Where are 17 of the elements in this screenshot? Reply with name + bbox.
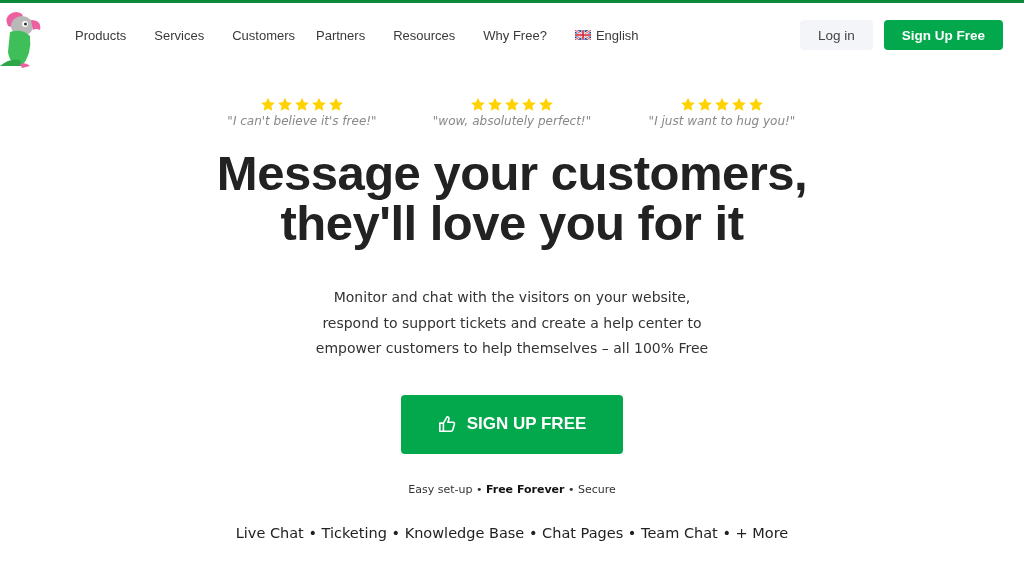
nav-link[interactable]: Customers [232,27,296,43]
review-quote: "I just want to hug you!" [648,114,796,128]
login-button[interactable]: Log in [799,20,873,50]
headline: Message your customers, [216,148,808,198]
flag-icon [574,30,591,40]
feature-list: Live Chat • Ticketing • Knowledge Base • Chat Pages • Team Chat • + More [235,524,789,541]
description: Monitor and chat with the visitors on your website, respond to support tickets and create a help center to empower customers to help themselves – all 100% Free [315,288,709,358]
nav-link[interactable]: Services [154,27,205,43]
review-quote: "wow, absolutely perfect!" [432,114,592,128]
nav-link[interactable]: Resources [393,27,456,43]
thumbs-up-icon [437,415,456,433]
language-selector[interactable]: English [574,27,639,43]
nav-link[interactable]: Partners [316,27,366,43]
nav-link[interactable]: Products [75,27,127,43]
review-quote: "I can't believe it's free!" [227,114,377,128]
tagline: Easy set-up • Free Forever • Secure [408,482,616,496]
nav-link[interactable]: Why Free? [483,27,547,43]
